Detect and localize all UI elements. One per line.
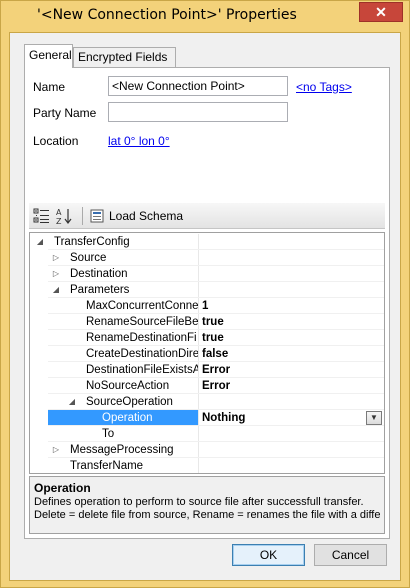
grid-row-gutter (30, 298, 48, 314)
property-value[interactable]: Error (198, 362, 384, 378)
property-value[interactable]: Error (198, 378, 384, 394)
tab-encrypted-fields[interactable]: Encrypted Fields (73, 47, 176, 68)
property-name: NoSourceAction (86, 380, 170, 392)
property-grid[interactable]: ◢ TransferConfig ▷ Source ▷ Destination ◢ Param… (29, 232, 385, 474)
party-name-label: Party Name (33, 106, 97, 120)
tags-link[interactable]: <no Tags> (296, 80, 352, 94)
grid-row[interactable]: ◢ Parameters (30, 282, 384, 298)
property-name: DestinationFileExistsA (86, 364, 198, 376)
property-value[interactable] (198, 426, 384, 442)
schema-icon (90, 209, 104, 223)
svg-text:A: A (56, 208, 62, 217)
toolbar-separator (82, 207, 83, 225)
property-value[interactable] (198, 282, 384, 298)
property-value[interactable]: 1 (198, 298, 384, 314)
grid-row[interactable]: Operation Nothing ▼ (30, 410, 384, 426)
window-title: '<New Connection Point>' Properties (37, 7, 297, 23)
description-title: Operation (34, 481, 91, 495)
grid-row[interactable]: TransferName (30, 458, 384, 474)
property-name: TransferName (70, 460, 144, 472)
property-value[interactable]: Nothing (198, 410, 384, 426)
property-name: Destination (70, 268, 128, 280)
collapse-arrow-icon[interactable]: ◢ (36, 238, 44, 246)
grid-row-gutter (30, 410, 48, 426)
property-value[interactable] (198, 234, 384, 250)
collapse-arrow-icon[interactable]: ◢ (52, 286, 60, 294)
grid-row-gutter (30, 442, 48, 458)
property-grid-toolbar: A Z Load Schema (29, 203, 385, 229)
property-name: Parameters (70, 284, 130, 296)
property-name: Source (70, 252, 107, 264)
grid-row[interactable]: To (30, 426, 384, 442)
cancel-button[interactable]: Cancel (314, 544, 387, 566)
load-schema-label: Load Schema (109, 209, 184, 223)
name-label: Name (33, 80, 66, 94)
grid-row[interactable]: MaxConcurrentConne 1 (30, 298, 384, 314)
grid-row-gutter (30, 314, 48, 330)
tab-general[interactable]: General (24, 44, 73, 68)
property-value[interactable] (198, 250, 384, 266)
svg-text:Z: Z (56, 217, 62, 225)
property-name: To (102, 428, 115, 440)
grid-row-gutter (30, 362, 48, 378)
chevron-down-icon[interactable]: ▼ (366, 411, 382, 425)
property-name: TransferConfig (54, 236, 130, 248)
description-line-1: Defines operation to perform to source f… (34, 496, 364, 508)
grid-row[interactable]: ▷ Destination (30, 266, 384, 282)
party-name-field[interactable] (108, 102, 288, 122)
property-name: CreateDestinationDire (86, 348, 198, 360)
property-value[interactable]: true (198, 314, 384, 330)
property-name: RenameSourceFileBe (86, 316, 198, 328)
grid-row[interactable]: ▷ MessageProcessing (30, 442, 384, 458)
grid-row-gutter (30, 346, 48, 362)
grid-row[interactable]: ◢ SourceOperation (30, 394, 384, 410)
grid-row-gutter (30, 282, 48, 298)
location-label: Location (33, 134, 79, 148)
alphabetical-sort-icon[interactable]: A Z (55, 207, 73, 225)
property-value[interactable]: true (198, 330, 384, 346)
property-name: MessageProcessing (70, 444, 174, 456)
grid-row-gutter (30, 378, 48, 394)
title-bar[interactable]: '<New Connection Point>' Properties ✕ (1, 1, 409, 33)
property-value[interactable] (198, 458, 384, 473)
grid-row-gutter (30, 394, 48, 410)
close-button[interactable]: ✕ (359, 2, 403, 22)
description-panel: Operation Defines operation to perform t… (29, 476, 385, 534)
grid-row-gutter (30, 426, 48, 442)
grid-row-gutter (30, 330, 48, 346)
grid-row[interactable]: ▷ Source (30, 250, 384, 266)
property-name: SourceOperation (86, 396, 173, 408)
name-field[interactable]: <New Connection Point> (108, 76, 288, 96)
grid-row[interactable]: DestinationFileExistsA Error (30, 362, 384, 378)
grid-row[interactable]: RenameDestinationFi true (30, 330, 384, 346)
dialog-client-area: General Encrypted Fields Name <New Conne… (9, 32, 401, 581)
property-name: RenameDestinationFi (86, 332, 197, 344)
property-value[interactable] (198, 394, 384, 410)
description-line-2: Delete = delete file from source, Rename… (34, 509, 380, 521)
grid-row[interactable]: ◢ TransferConfig (30, 234, 384, 250)
grid-row-gutter (30, 266, 48, 282)
property-name: Operation (48, 410, 198, 426)
properties-window: '<New Connection Point>' Properties ✕ Ge… (0, 0, 410, 588)
close-icon: ✕ (375, 4, 387, 20)
expand-arrow-icon[interactable]: ▷ (52, 270, 60, 278)
expand-arrow-icon[interactable]: ▷ (52, 254, 60, 262)
property-value[interactable] (198, 266, 384, 282)
property-value[interactable] (198, 442, 384, 458)
grid-row[interactable]: RenameSourceFileBe true (30, 314, 384, 330)
grid-row[interactable]: NoSourceAction Error (30, 378, 384, 394)
ok-button[interactable]: OK (232, 544, 305, 566)
grid-row-gutter (30, 458, 48, 473)
load-schema-button[interactable]: Load Schema (87, 206, 183, 226)
collapse-arrow-icon[interactable]: ◢ (68, 398, 76, 406)
grid-row-gutter (30, 250, 48, 266)
general-tab-panel: Name <New Connection Point> <no Tags> Pa… (24, 67, 390, 539)
location-link[interactable]: lat 0° lon 0° (108, 134, 170, 148)
categorized-icon[interactable] (33, 207, 51, 225)
grid-row[interactable]: CreateDestinationDire false (30, 346, 384, 362)
expand-arrow-icon[interactable]: ▷ (52, 446, 60, 454)
property-value[interactable]: false (198, 346, 384, 362)
row-divider (48, 473, 384, 474)
property-name: MaxConcurrentConne (86, 300, 198, 312)
